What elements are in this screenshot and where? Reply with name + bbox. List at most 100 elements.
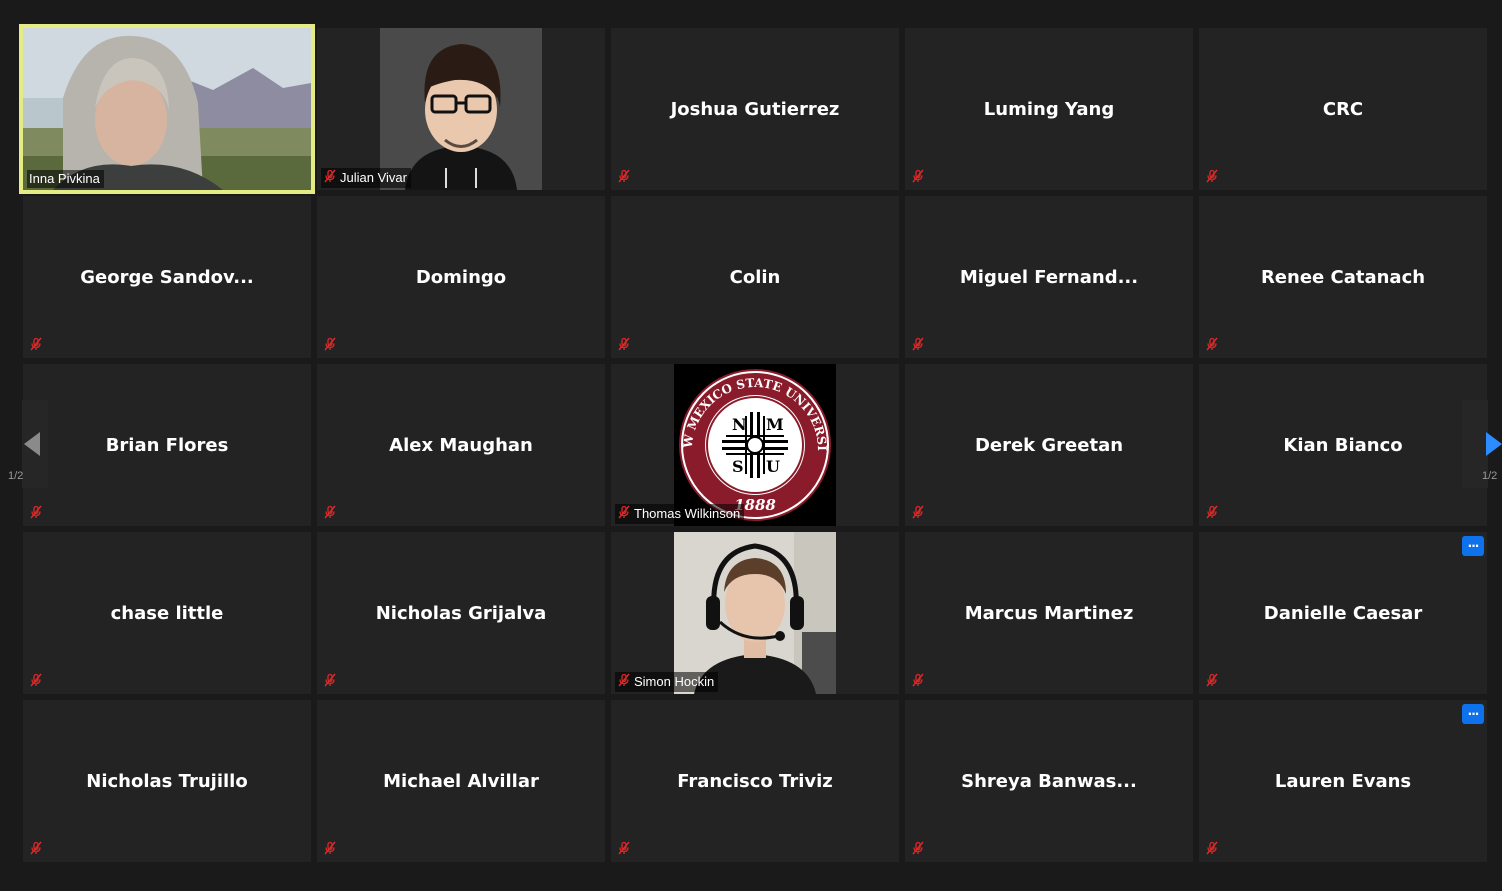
participant-display-name: Joshua Gutierrez <box>670 98 840 120</box>
participant-display-name: Michael Alvillar <box>383 770 539 792</box>
muted-microphone-icon <box>29 505 43 523</box>
participant-tile[interactable]: Michael Alvillar <box>317 700 605 862</box>
participant-label <box>27 840 47 860</box>
participant-label <box>909 504 929 524</box>
seal-letter-s: S <box>732 457 744 476</box>
participant-display-name: Shreya Banwas... <box>961 770 1137 792</box>
muted-microphone-icon <box>1205 169 1219 187</box>
participant-label: Thomas Wilkinson <box>615 504 745 524</box>
participant-display-name: Francisco Triviz <box>677 770 833 792</box>
page-indicator-right: 1/2 <box>1482 470 1498 482</box>
participant-label: Simon Hockin <box>615 672 719 692</box>
participant-display-name: Derek Greetan <box>974 434 1124 456</box>
participant-display-name: Kian Bianco <box>1283 434 1403 456</box>
participant-label <box>909 336 929 356</box>
muted-microphone-icon <box>1205 841 1219 859</box>
participant-tile[interactable]: Domingo <box>317 196 605 358</box>
muted-microphone-icon <box>1205 337 1219 355</box>
participant-video-feed <box>674 532 836 694</box>
seal-letter-u: U <box>766 457 780 476</box>
participant-tile[interactable]: Renee Catanach <box>1199 196 1487 358</box>
muted-microphone-icon <box>911 169 925 187</box>
participant-display-name: Danielle Caesar <box>1263 602 1423 624</box>
muted-microphone-icon <box>911 841 925 859</box>
previous-page-button[interactable] <box>22 400 48 488</box>
participant-label <box>1203 336 1223 356</box>
muted-microphone-icon <box>29 841 43 859</box>
participant-display-name: George Sandov... <box>80 266 254 288</box>
participant-tile[interactable]: Miguel Fernand... <box>905 196 1193 358</box>
page-indicator-left: 1/2 <box>8 470 24 482</box>
muted-microphone-icon <box>911 337 925 355</box>
participant-tile[interactable]: Nicholas Trujillo <box>23 700 311 862</box>
participant-display-name: chase little <box>110 602 224 624</box>
muted-microphone-icon <box>617 505 631 523</box>
more-options-button[interactable]: ··· <box>1462 536 1484 556</box>
muted-microphone-icon <box>911 505 925 523</box>
muted-microphone-icon <box>323 169 337 187</box>
chevron-left-icon <box>24 432 40 456</box>
participant-display-name: Marcus Martinez <box>964 602 1134 624</box>
participant-tile[interactable]: Colin <box>611 196 899 358</box>
participant-display-name: Alex Maughan <box>389 434 533 456</box>
participant-display-name: Brian Flores <box>105 434 229 456</box>
participant-tile[interactable]: Francisco Triviz <box>611 700 899 862</box>
muted-microphone-icon <box>323 841 337 859</box>
muted-microphone-icon <box>617 673 631 691</box>
participant-tile[interactable]: Simon Hockin <box>611 532 899 694</box>
muted-microphone-icon <box>29 673 43 691</box>
participant-label <box>27 336 47 356</box>
participant-display-name: Luming Yang <box>983 98 1115 120</box>
participant-label <box>1203 840 1223 860</box>
muted-microphone-icon <box>323 337 337 355</box>
participant-label <box>1203 504 1223 524</box>
participant-label <box>1203 168 1223 188</box>
nmsu-seal-logo: N M S U NEW MEXICO STATE UNIVERSITY 1888 <box>674 364 836 526</box>
participant-tile[interactable]: Kian Bianco <box>1199 364 1487 526</box>
participant-name: Thomas Wilkinson <box>634 506 741 521</box>
participant-display-name: Domingo <box>415 266 507 288</box>
participant-tile[interactable]: CRC <box>1199 28 1487 190</box>
profile-picture-cartoon <box>380 28 542 190</box>
muted-microphone-icon <box>617 841 631 859</box>
participant-tile[interactable]: Joshua Gutierrez <box>611 28 899 190</box>
participant-display-name: Nicholas Trujillo <box>86 770 248 792</box>
participant-label <box>321 672 341 692</box>
participant-label <box>1203 672 1223 692</box>
participant-tile[interactable]: George Sandov... <box>23 196 311 358</box>
participant-tile[interactable]: Julian Vivar <box>317 28 605 190</box>
participant-label <box>909 168 929 188</box>
participant-label <box>909 672 929 692</box>
seal-letter-n: N <box>732 415 747 434</box>
participant-display-name: Nicholas Grijalva <box>375 602 547 624</box>
participant-tile[interactable]: Marcus Martinez <box>905 532 1193 694</box>
muted-microphone-icon <box>323 673 337 691</box>
participant-tile[interactable]: Nicholas Grijalva <box>317 532 605 694</box>
more-options-button[interactable]: ··· <box>1462 704 1484 724</box>
participant-tile[interactable]: Alex Maughan <box>317 364 605 526</box>
muted-microphone-icon <box>911 673 925 691</box>
participant-tile[interactable]: Derek Greetan <box>905 364 1193 526</box>
muted-microphone-icon <box>617 169 631 187</box>
muted-microphone-icon <box>29 337 43 355</box>
participant-tile[interactable]: Brian Flores <box>23 364 311 526</box>
participant-label <box>615 168 635 188</box>
participant-label: Julian Vivar <box>321 168 411 188</box>
participant-label <box>909 840 929 860</box>
participant-name: Inna Pivkina <box>29 171 100 186</box>
participant-tile[interactable]: Lauren Evans ··· <box>1199 700 1487 862</box>
muted-microphone-icon <box>323 505 337 523</box>
participant-tile[interactable]: Danielle Caesar ··· <box>1199 532 1487 694</box>
participant-tile[interactable]: chase little <box>23 532 311 694</box>
participant-tile[interactable]: N M S U NEW MEXICO STATE UNIVERSITY 1888… <box>611 364 899 526</box>
participant-label <box>615 840 635 860</box>
participant-label <box>321 336 341 356</box>
participant-label <box>615 336 635 356</box>
participant-tile[interactable]: Inna Pivkina <box>19 24 315 194</box>
participant-tile[interactable]: Luming Yang <box>905 28 1193 190</box>
participant-label <box>321 840 341 860</box>
participant-label <box>321 504 341 524</box>
seal-letter-m: M <box>766 415 784 434</box>
participant-tile[interactable]: Shreya Banwas... <box>905 700 1193 862</box>
participant-name: Julian Vivar <box>340 170 407 185</box>
